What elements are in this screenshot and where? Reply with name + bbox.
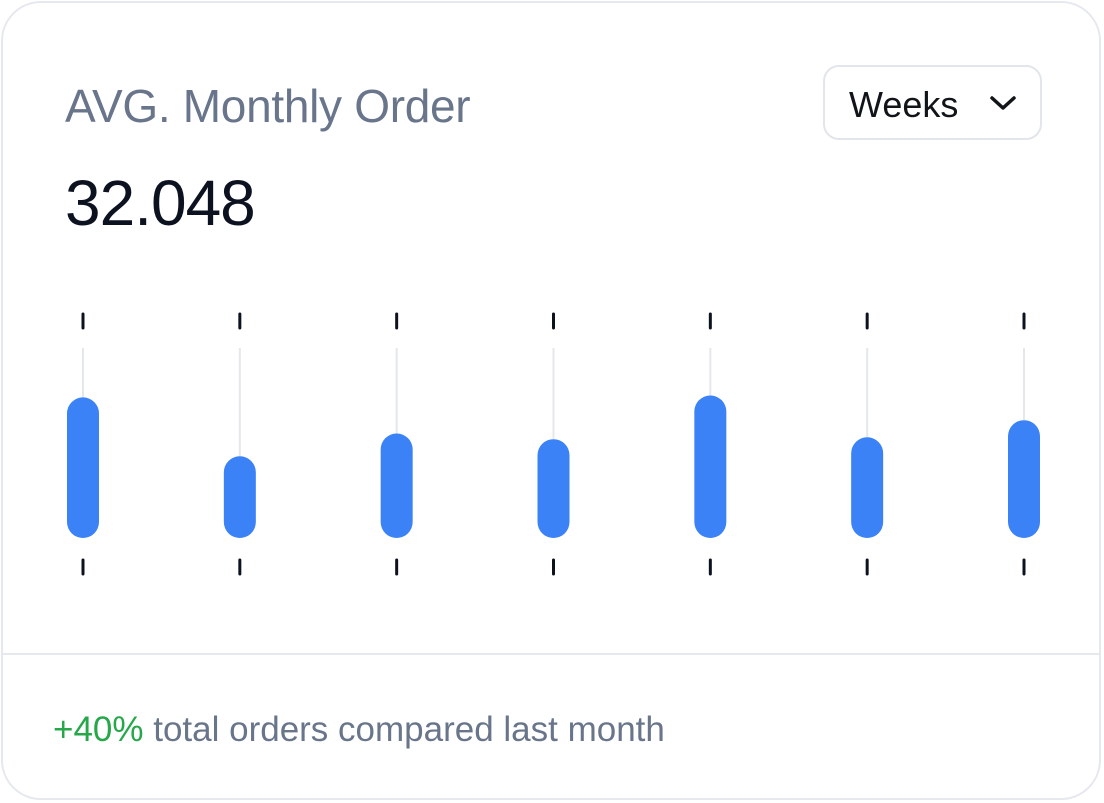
change-description: total orders compared last month — [143, 710, 665, 749]
bar-7 — [1008, 420, 1040, 538]
orders-range-chart — [67, 312, 1040, 576]
bar-3 — [380, 433, 413, 538]
avg-monthly-order-card: AVG. Monthly Order 32.048 Weeks +40% tot… — [1, 1, 1101, 800]
bar-2 — [223, 456, 256, 538]
footer-summary: +40% total orders compared last month — [53, 708, 665, 752]
bar-1 — [67, 397, 99, 538]
footer-divider — [3, 653, 1099, 655]
bar-5 — [694, 395, 727, 538]
change-percentage: +40% — [53, 710, 144, 749]
bar-6 — [851, 437, 884, 538]
bar-4 — [537, 439, 570, 538]
